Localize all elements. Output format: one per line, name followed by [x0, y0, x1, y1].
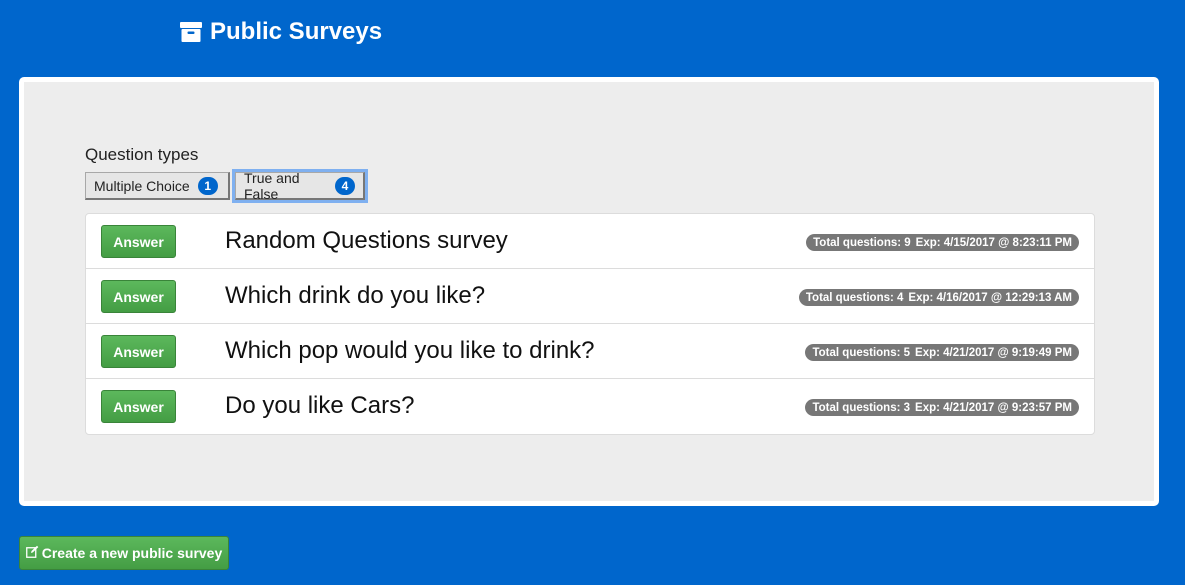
count-badge: 4 — [335, 176, 355, 195]
total-questions: Total questions: 5 — [812, 346, 911, 359]
count-badge: 1 — [197, 176, 218, 195]
total-questions: Total questions: 9 — [813, 236, 911, 249]
survey-row: Answer Which drink do you like? Total qu… — [86, 269, 1094, 324]
answer-button[interactable]: Answer — [101, 280, 176, 313]
survey-title: Do you like Cars? — [225, 392, 415, 419]
total-questions: Total questions: 4 — [805, 291, 904, 304]
create-survey-label: Create a new public survey — [41, 545, 223, 561]
filter-label: Multiple Choice — [94, 177, 190, 194]
archive-box-icon — [180, 22, 202, 42]
create-survey-button[interactable]: Create a new public survey — [19, 536, 229, 570]
survey-title: Which drink do you like? — [225, 282, 486, 309]
expiration: Exp: 4/15/2017 @ 8:23:11 PM — [915, 236, 1072, 249]
survey-meta-badge: Total questions: 9 Exp: 4/15/2017 @ 8:23… — [806, 234, 1079, 251]
question-types-label: Question types — [85, 145, 199, 164]
answer-button[interactable]: Answer — [101, 335, 176, 368]
expiration: Exp: 4/21/2017 @ 9:19:49 PM — [915, 346, 1072, 359]
answer-button[interactable]: Answer — [101, 390, 176, 423]
survey-meta-badge: Total questions: 5 Exp: 4/21/2017 @ 9:19… — [805, 344, 1079, 361]
filter-multiple-choice-button[interactable]: Multiple Choice 1 — [85, 172, 230, 200]
survey-row: Answer Random Questions survey Total que… — [86, 214, 1094, 269]
survey-title: Which pop would you like to drink? — [225, 337, 595, 364]
survey-row: Answer Do you like Cars? Total questions… — [86, 379, 1094, 434]
expiration: Exp: 4/21/2017 @ 9:23:57 PM — [915, 401, 1072, 414]
page-title: Public Surveys — [210, 18, 383, 45]
survey-row: Answer Which pop would you like to drink… — [86, 324, 1094, 379]
survey-list: Answer Random Questions survey Total que… — [85, 213, 1095, 435]
filter-label: True and False — [244, 169, 300, 202]
surveys-panel: Question types Multiple Choice 1 True an… — [19, 77, 1159, 506]
total-questions: Total questions: 3 — [812, 401, 911, 414]
survey-meta-badge: Total questions: 3 Exp: 4/21/2017 @ 9:23… — [805, 399, 1079, 416]
edit-icon — [25, 545, 39, 561]
expiration: Exp: 4/16/2017 @ 12:29:13 AM — [908, 291, 1072, 304]
filter-true-and-false-button[interactable]: True and False 4 — [232, 169, 368, 203]
surveys-panel-body: Question types Multiple Choice 1 True an… — [24, 82, 1154, 501]
survey-title: Random Questions survey — [225, 227, 508, 254]
answer-button[interactable]: Answer — [101, 225, 176, 258]
survey-meta-badge: Total questions: 4 Exp: 4/16/2017 @ 12:2… — [798, 289, 1079, 306]
page-header: Public Surveys — [180, 18, 382, 46]
